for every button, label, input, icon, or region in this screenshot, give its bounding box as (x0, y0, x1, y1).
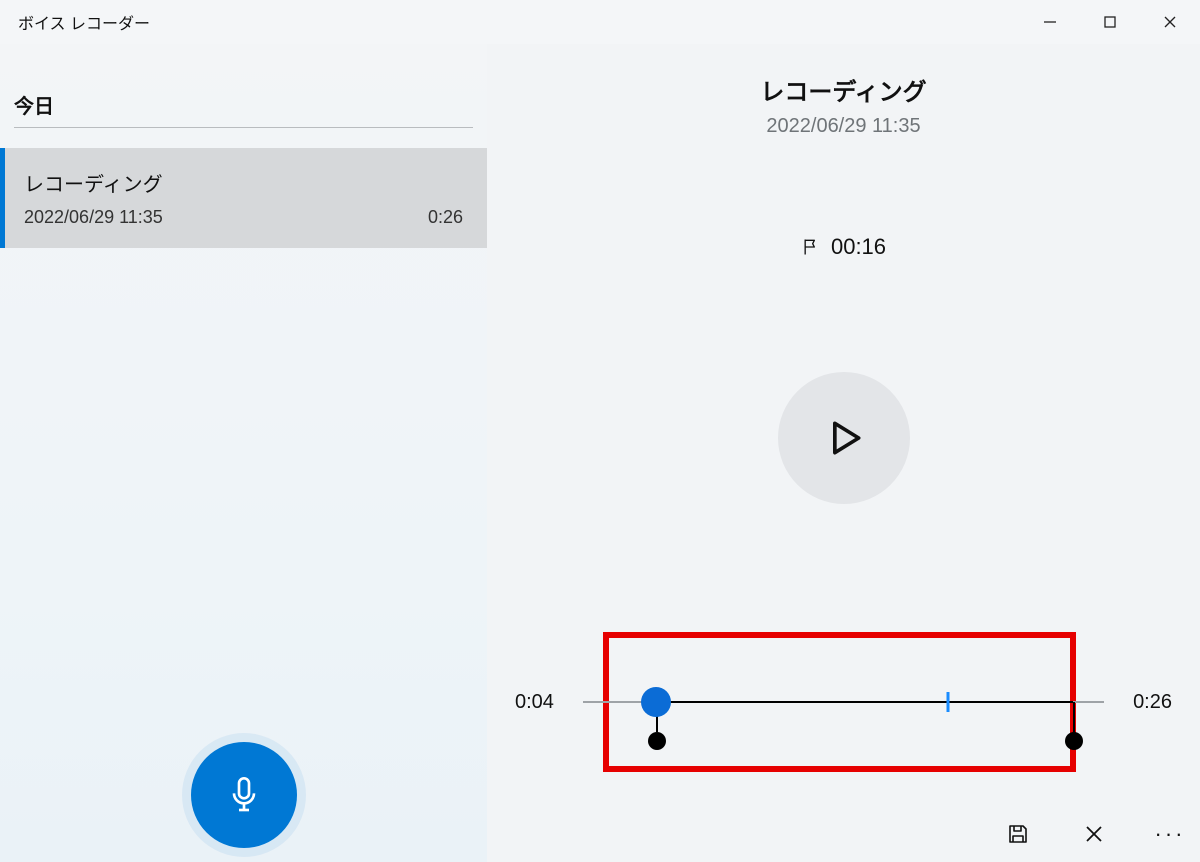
timeline-area: 0:04 0:26 (487, 632, 1200, 772)
minimize-button[interactable] (1020, 0, 1080, 44)
flag-icon (801, 237, 821, 257)
recording-item-duration: 0:26 (428, 207, 463, 228)
detail-pane: レコーディング 2022/06/29 11:35 00:16 0:04 (487, 44, 1200, 862)
record-button[interactable] (191, 742, 297, 848)
recordings-sidebar: 今日 レコーディング 2022/06/29 11:35 0:26 (0, 44, 487, 862)
recording-datetime: 2022/06/29 11:35 (487, 115, 1200, 138)
timeline-end-label: 0:26 (1122, 691, 1172, 714)
recording-title: レコーディング (487, 72, 1200, 107)
window-controls (1020, 0, 1200, 44)
track-selected-range (656, 701, 1073, 703)
timeline-start-label: 0:04 (515, 691, 565, 714)
cancel-button[interactable] (1080, 820, 1108, 848)
save-button[interactable] (1004, 820, 1032, 848)
play-button[interactable] (778, 372, 910, 504)
main-area: 今日 レコーディング 2022/06/29 11:35 0:26 レコーディング… (0, 44, 1200, 862)
more-button[interactable]: ··· (1156, 820, 1184, 848)
section-header-today: 今日 (0, 44, 487, 127)
timeline-track[interactable] (583, 701, 1104, 703)
close-icon (1163, 15, 1177, 29)
microphone-icon (224, 775, 264, 815)
minimize-icon (1043, 15, 1057, 29)
close-icon (1082, 822, 1106, 846)
recording-item-datetime: 2022/06/29 11:35 (24, 207, 163, 228)
close-window-button[interactable] (1140, 0, 1200, 44)
save-icon (1006, 822, 1030, 846)
playhead-handle[interactable] (641, 687, 671, 717)
trim-end-handle[interactable] (1073, 702, 1075, 732)
maximize-icon (1103, 15, 1117, 29)
play-icon (822, 416, 866, 460)
maximize-button[interactable] (1080, 0, 1140, 44)
recording-list-item[interactable]: レコーディング 2022/06/29 11:35 0:26 (0, 148, 487, 248)
marker-tick[interactable] (946, 692, 949, 712)
section-divider (14, 127, 473, 128)
bottom-actions: ··· (1004, 820, 1184, 848)
marker-time-text: 00:16 (831, 234, 886, 260)
marker-time-row: 00:16 (487, 234, 1200, 260)
recording-item-title: レコーディング (24, 168, 463, 197)
title-bar: ボイス レコーダー (0, 0, 1200, 44)
app-title: ボイス レコーダー (18, 10, 150, 34)
trim-region-highlight (583, 632, 1104, 772)
more-icon: ··· (1155, 821, 1186, 847)
